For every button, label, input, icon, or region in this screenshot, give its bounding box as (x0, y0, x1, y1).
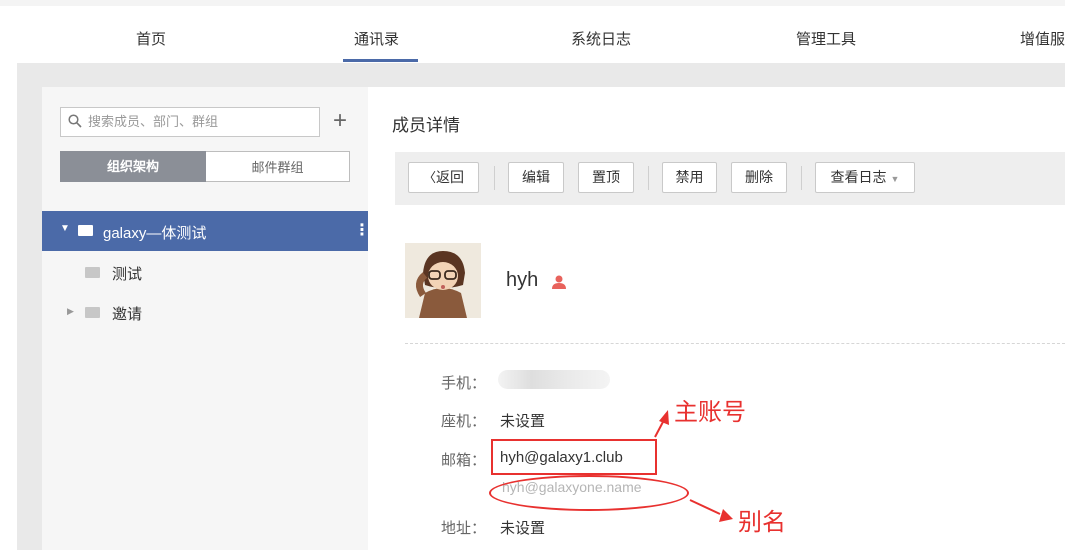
annotation-primary-account: 主账号 (674, 400, 746, 426)
annotation-arrows (654, 410, 733, 522)
annotation-alias: 别名 (738, 510, 786, 536)
